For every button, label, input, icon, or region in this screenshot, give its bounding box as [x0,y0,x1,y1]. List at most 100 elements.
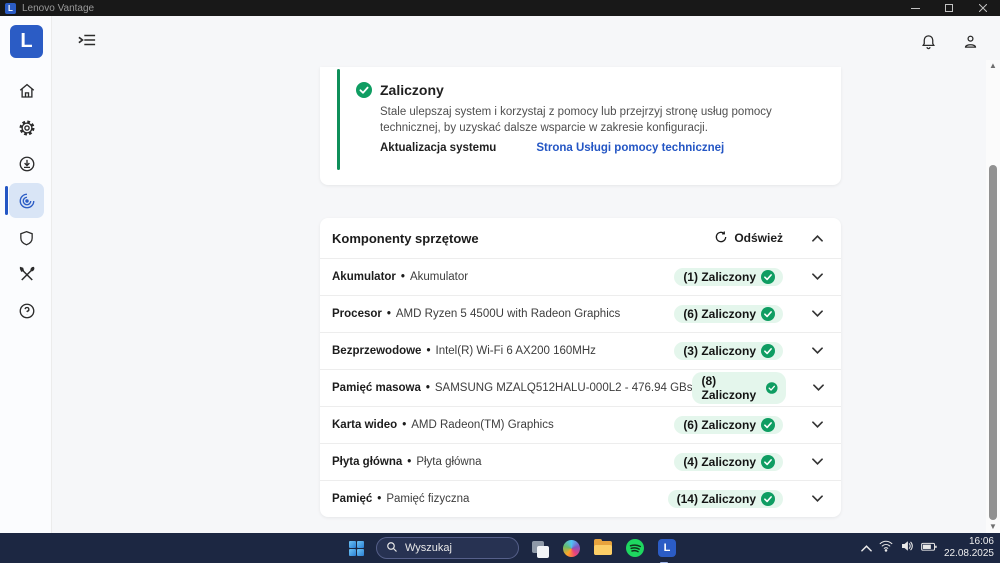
menu-expand-button[interactable] [78,32,96,53]
notifications-button[interactable] [920,33,937,55]
chevron-down-icon [811,271,823,283]
lenovo-vantage-taskbar-button[interactable]: L [655,536,679,563]
maximize-button[interactable] [932,0,966,16]
bullet-separator: • [400,271,405,283]
hardware-row-battery[interactable]: Akumulator • Akumulator (1) Zaliczony [320,258,841,295]
status-badge: (14) Zaliczony [667,490,783,508]
volume-icon[interactable] [900,539,914,557]
bullet-separator: • [386,308,391,320]
clock-time: 16:06 [968,536,994,547]
badge-label: (3) Zaliczony [683,344,756,358]
windows-taskbar: Wyszukaj L 16:06 22.08.2025 [0,533,1000,563]
badge-label: (8) Zaliczony [701,374,757,402]
bell-icon [920,35,937,54]
task-view-button[interactable] [527,536,551,560]
expand-row-button[interactable] [809,456,825,468]
refresh-icon [714,230,728,247]
component-name: Pamięć masowa [332,382,421,394]
component-name: Karta wideo [332,419,398,431]
component-description: Intel(R) Wi-Fi 6 AX200 160MHz [435,345,596,357]
active-indicator [5,186,8,215]
sidebar-item-security[interactable] [9,220,44,255]
chevron-down-icon [811,493,823,505]
copilot-button[interactable] [559,536,583,560]
hardware-row-storage[interactable]: Pamięć masowa • SAMSUNG MZALQ512HALU-000… [320,369,841,406]
status-badge: (3) Zaliczony [674,342,783,360]
badge-label: (4) Zaliczony [683,455,756,469]
app-logo-icon: L [5,2,16,14]
start-button[interactable] [344,536,368,560]
taskbar-search[interactable]: Wyszukaj [376,537,519,559]
vertical-scrollbar[interactable]: ▲ ▼ [986,60,1000,533]
menu-expand-icon [78,34,96,52]
component-description: AMD Radeon(TM) Graphics [411,419,554,431]
expand-row-button[interactable] [812,382,825,394]
chevron-down-icon [811,419,823,431]
sidebar-item-home[interactable] [9,73,44,108]
check-circle-icon [761,492,775,506]
hardware-components-card: Komponenty sprzętowe Odśwież Akumulator … [320,218,841,517]
check-circle-icon [761,418,775,432]
scrollbar-thumb[interactable] [989,165,997,520]
expand-row-button[interactable] [809,308,825,320]
tray-clock[interactable]: 16:06 22.08.2025 [944,536,994,560]
search-icon [386,541,398,556]
badge-label: (14) Zaliczony [676,492,756,506]
expand-row-button[interactable] [809,345,825,357]
check-circle-icon [761,344,775,358]
component-description: Akumulator [409,271,469,283]
status-title: Zaliczony [380,82,444,98]
spotify-icon [626,539,644,557]
sidebar-item-help[interactable] [9,293,44,328]
search-placeholder: Wyszukaj [405,542,452,554]
window-title: Lenovo Vantage [22,2,95,14]
sidebar-item-updates[interactable] [9,146,44,181]
hardware-row-wireless[interactable]: Bezprzewodowe • Intel(R) Wi-Fi 6 AX200 1… [320,332,841,369]
collapse-section-button[interactable] [809,229,825,247]
scroll-down-arrow[interactable]: ▼ [986,521,1000,533]
component-name: Bezprzewodowe [332,345,422,357]
component-description: SAMSUNG MZALQ512HALU-000L2 - 476.94 GBs [434,382,693,394]
hardware-section-title: Komponenty sprzętowe [332,230,479,246]
support-service-link[interactable]: Strona Usługi pomocy technicznej [536,142,724,154]
window-titlebar: L Lenovo Vantage [0,0,1000,16]
hardware-row-motherboard[interactable]: Płyta główna • Płyta główna (4) Zaliczon… [320,443,841,480]
spotify-button[interactable] [623,536,647,560]
file-explorer-button[interactable] [591,536,615,560]
component-name: Pamięć [332,493,373,505]
refresh-label: Odśwież [734,231,783,245]
battery-icon[interactable] [921,539,937,557]
check-circle-icon [761,307,775,321]
windows-logo-icon [348,540,364,556]
check-circle-icon [766,382,778,394]
tools-icon [18,265,36,283]
lenovo-vantage-icon: L [658,539,676,557]
account-button[interactable] [962,33,979,55]
home-icon [18,82,36,100]
close-button[interactable] [966,0,1000,16]
hardware-row-cpu[interactable]: Procesor • AMD Ryzen 5 4500U with Radeon… [320,295,841,332]
badge-label: (1) Zaliczony [683,270,756,284]
sidebar-item-hardware-scan[interactable] [5,183,44,218]
system-update-link[interactable]: Aktualizacja systemu [380,142,496,154]
hardware-row-memory[interactable]: Pamięć • Pamięć fizyczna (14) Zaliczony [320,480,841,517]
sidebar-item-device[interactable] [9,256,44,291]
expand-row-button[interactable] [809,493,825,505]
badge-label: (6) Zaliczony [683,418,756,432]
tray-overflow-button[interactable] [861,539,872,557]
scan-status-card: Zaliczony Stale ulepszaj system i korzys… [320,67,841,185]
chevron-down-icon [811,308,823,320]
clock-date: 22.08.2025 [943,548,994,559]
expand-row-button[interactable] [809,419,825,431]
refresh-button[interactable]: Odśwież [714,230,783,247]
wifi-icon[interactable] [879,539,893,557]
minimize-button[interactable] [898,0,932,16]
chevron-down-icon [811,456,823,468]
expand-row-button[interactable] [809,271,825,283]
sidebar: L [0,16,52,533]
chevron-up-icon [811,229,823,247]
sidebar-item-settings[interactable] [9,110,44,145]
hardware-row-videocard[interactable]: Karta wideo • AMD Radeon(TM) Graphics (6… [320,406,841,443]
scroll-up-arrow[interactable]: ▲ [986,60,1000,72]
lenovo-vantage-logo[interactable]: L [10,25,43,58]
